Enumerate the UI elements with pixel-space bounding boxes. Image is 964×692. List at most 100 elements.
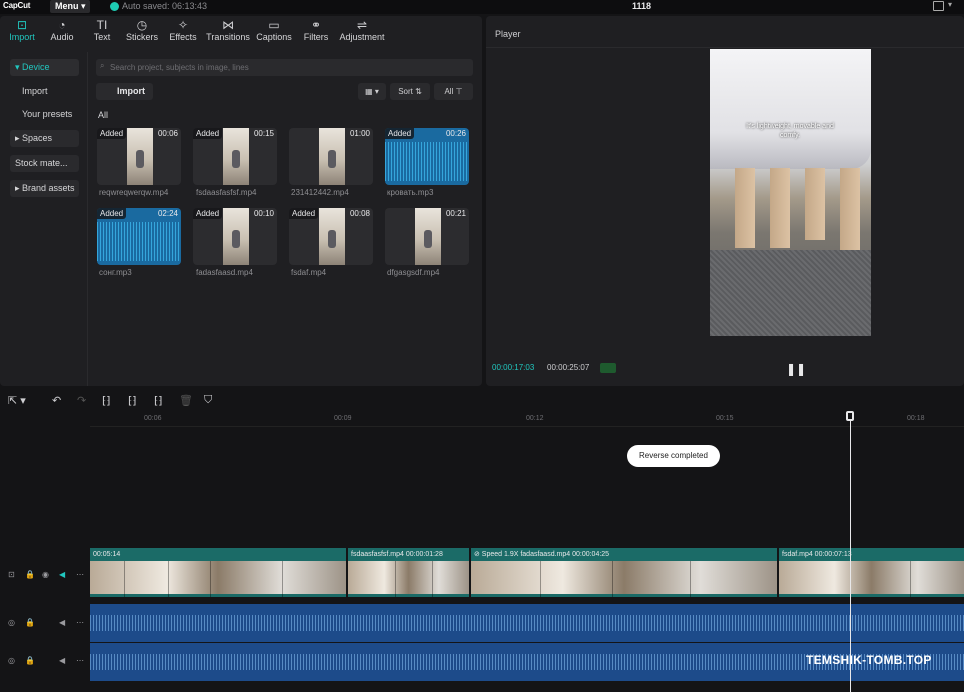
- lock-icon[interactable]: 🔒: [25, 618, 35, 627]
- media-item[interactable]: Added 00:06: [97, 128, 181, 185]
- tab-transitions[interactable]: ⋈ Transitions: [205, 18, 251, 42]
- transitions-icon: ⋈: [222, 18, 234, 32]
- text-icon: TI: [96, 18, 108, 32]
- import-button[interactable]: Import: [96, 83, 153, 100]
- player-header: [486, 24, 964, 48]
- media-filename: fsdaasfasfsf.mp4: [196, 188, 257, 197]
- redo-icon[interactable]: ↷: [77, 394, 86, 407]
- tab-label: Effects: [169, 32, 197, 42]
- more-icon[interactable]: ⋯: [76, 618, 84, 627]
- app-logo: CapCut: [3, 1, 31, 10]
- project-title[interactable]: 1118: [632, 1, 651, 11]
- current-time: 00:00:17:03: [492, 363, 535, 372]
- search-input[interactable]: Search project, subjects in image, lines: [96, 59, 473, 76]
- captions-icon: ▭: [268, 18, 280, 32]
- pause-button[interactable]: ❚❚: [786, 362, 806, 376]
- video-clip[interactable]: [90, 561, 346, 597]
- sidebar-item-brand-assets[interactable]: ▸ Brand assets: [10, 180, 79, 197]
- more-icon[interactable]: ⋯: [76, 656, 84, 665]
- select-tool-icon[interactable]: ⇱ ▾: [8, 394, 26, 407]
- media-item[interactable]: Added 00:15: [193, 128, 277, 185]
- split-icon[interactable]: ⁅⁆: [102, 394, 111, 407]
- video-thumbnail: [319, 208, 345, 265]
- frame-separator: [690, 561, 691, 597]
- media-filename: fsdaf.mp4: [291, 268, 327, 277]
- sidebar-item-stock[interactable]: Stock mate...: [10, 155, 79, 172]
- tab-text[interactable]: TI Text: [90, 18, 114, 42]
- audio-track-icon: ◎: [8, 618, 15, 627]
- volume-icon[interactable]: ◀: [59, 570, 65, 579]
- media-item[interactable]: Added 00:10: [193, 208, 277, 265]
- shield-icon[interactable]: ⛉: [204, 394, 212, 407]
- added-badge: Added: [97, 128, 127, 139]
- video-clip-header[interactable]: fsdaf.mp4 00:00:07:13: [779, 548, 964, 561]
- sidebar-item-spaces[interactable]: ▸ Spaces: [10, 130, 79, 147]
- media-duration: 02:24: [157, 209, 178, 218]
- sidebar-item-import[interactable]: Import: [10, 83, 79, 100]
- tab-effects[interactable]: ✧ Effects: [168, 18, 198, 42]
- chevron-down-icon[interactable]: ▾: [948, 0, 952, 9]
- section-heading-all: All: [98, 110, 109, 120]
- filter-label: All: [444, 87, 454, 96]
- eye-icon[interactable]: ◉: [42, 570, 49, 579]
- sort-button[interactable]: Sort ⇅: [390, 83, 430, 100]
- media-duration: 00:10: [253, 209, 274, 218]
- import-icon: ⊡: [16, 18, 28, 32]
- video-clip-header[interactable]: fsdaasfasfsf.mp4 00:00:01:28: [348, 548, 469, 561]
- pause-icon: ❚❚: [786, 362, 807, 376]
- tab-captions[interactable]: ▭ Captions: [255, 18, 293, 42]
- media-item[interactable]: 00:21: [385, 208, 469, 265]
- menu-label: Menu: [55, 1, 79, 11]
- stickers-icon: ◷: [136, 18, 148, 32]
- volume-icon[interactable]: ◀: [59, 656, 65, 665]
- lock-icon[interactable]: 🔒: [25, 570, 35, 579]
- timeline-toolbar: [0, 392, 964, 410]
- sort-icon: ⇅: [415, 87, 422, 96]
- video-clip-header[interactable]: ⊘ Speed 1.9X fadasfaasd.mp4 00:00:04:25: [471, 548, 777, 561]
- split-left-icon[interactable]: ⁅⁆: [128, 394, 137, 407]
- playhead[interactable]: [850, 413, 851, 692]
- media-item[interactable]: Added 02:24: [97, 208, 181, 265]
- added-badge: Added: [385, 128, 415, 139]
- playhead-handle[interactable]: [846, 411, 854, 421]
- video-thumbnail: [127, 128, 153, 185]
- split-right-icon[interactable]: ⁅⁆: [154, 394, 163, 407]
- autosave-status: Auto saved: 06:13:43: [122, 1, 208, 11]
- video-clip[interactable]: [471, 561, 777, 597]
- preview-floor-image: [710, 250, 871, 336]
- audio-clip[interactable]: [90, 604, 964, 642]
- frame-separator: [168, 561, 169, 597]
- sidebar-item-device[interactable]: ▾ Device: [10, 59, 79, 76]
- video-clip-header[interactable]: 00:05:14: [90, 548, 346, 561]
- preview-bed-leg: [840, 168, 860, 258]
- tab-import[interactable]: ⊡ Import: [6, 18, 38, 42]
- filter-button[interactable]: All ⊤: [434, 83, 473, 100]
- more-icon[interactable]: ⋯: [76, 570, 84, 579]
- delete-icon[interactable]: 🗑: [179, 394, 193, 407]
- media-duration: 00:21: [445, 209, 466, 218]
- lock-icon[interactable]: 🔒: [25, 656, 35, 665]
- media-item[interactable]: Added 00:26: [385, 128, 469, 185]
- media-item[interactable]: Added 00:08: [289, 208, 373, 265]
- undo-icon[interactable]: ↶: [52, 394, 61, 407]
- quality-icon[interactable]: [600, 363, 616, 373]
- media-item[interactable]: 01:00: [289, 128, 373, 185]
- preview-subtitle: It's lightweight, movable and comfy.: [746, 123, 834, 139]
- video-clip[interactable]: [779, 561, 964, 597]
- cover-icon[interactable]: ⊡: [8, 570, 15, 579]
- video-clip[interactable]: [348, 561, 469, 597]
- media-duration: 00:08: [349, 209, 370, 218]
- audio-waveform: [90, 615, 964, 631]
- tab-stickers[interactable]: ◷ Stickers: [124, 18, 160, 42]
- audio-waveform: [385, 142, 469, 181]
- layout-icon[interactable]: [933, 1, 944, 11]
- sidebar-item-presets[interactable]: Your presets: [10, 106, 79, 123]
- media-filename: 231412442.mp4: [291, 188, 349, 197]
- tab-audio[interactable]: ◔ Audio: [48, 18, 76, 42]
- view-mode-button[interactable]: ▦ ▾: [358, 83, 386, 100]
- media-duration: 00:06: [157, 129, 178, 138]
- menu-button[interactable]: Menu ▾: [50, 0, 90, 13]
- tab-adjustment[interactable]: ⇌ Adjustment: [337, 18, 387, 42]
- volume-icon[interactable]: ◀: [59, 618, 65, 627]
- tab-filters[interactable]: ⚭ Filters: [301, 18, 331, 42]
